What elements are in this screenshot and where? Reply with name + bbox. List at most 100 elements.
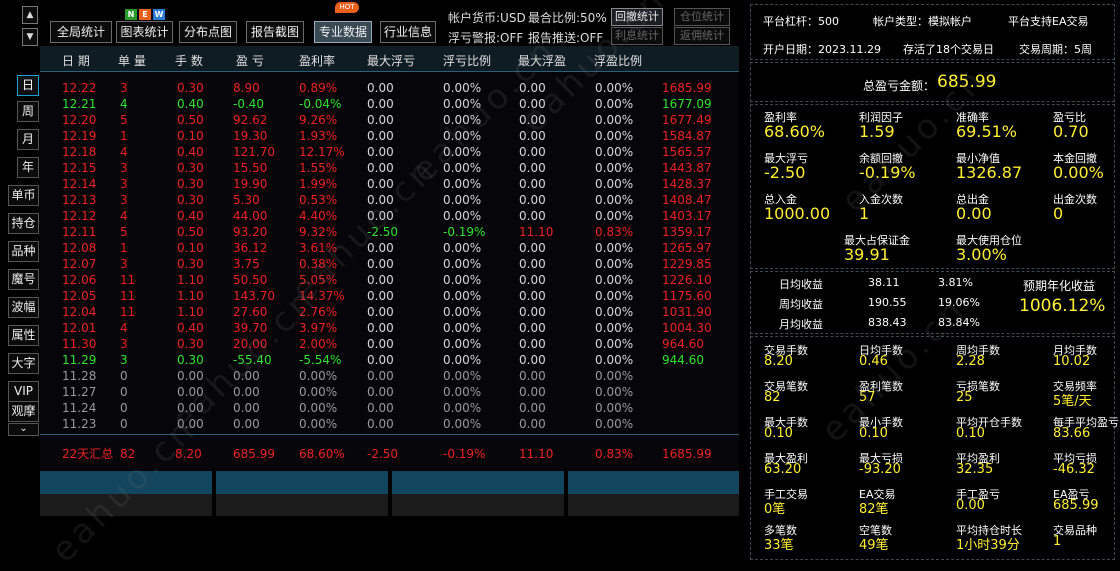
- chart-stats-button[interactable]: 图表统计: [116, 21, 173, 43]
- filter-position-button[interactable]: 持仓: [8, 213, 39, 234]
- return-pct: 83.84%: [938, 316, 980, 329]
- large-font-button[interactable]: 大字: [8, 353, 39, 374]
- table-cell: 0.00: [519, 129, 546, 143]
- table-row[interactable]: 11.28 0 0.00 0.00 0.00% 0.00 0.00% 0.00 0.00%: [40, 368, 739, 384]
- table-row[interactable]: 12.07 3 0.30 3.75 0.38% 0.00 0.00% 0.00 0.00% 122…: [40, 256, 739, 272]
- table-row[interactable]: 12.11 5 0.50 93.20 9.32% -2.50 -0.19% 11.10 0.83…: [40, 224, 739, 240]
- table-cell: 0.00: [519, 289, 546, 303]
- table-cell: 3.61%: [299, 241, 338, 255]
- table-cell: 0.00: [367, 81, 394, 95]
- table-row[interactable]: 12.15 3 0.30 15.50 1.55% 0.00 0.00% 0.00 0.00% 14…: [40, 160, 739, 176]
- bottom-bar[interactable]: [216, 471, 388, 516]
- table-row[interactable]: 12.21 4 0.40 -0.40 -0.04% 0.00 0.00% 0.00 0.00% 1…: [40, 96, 739, 112]
- table-cell: 2.76%: [299, 305, 338, 319]
- table-row[interactable]: 12.13 3 0.30 5.30 0.53% 0.00 0.00% 0.00 0.00% 140…: [40, 192, 739, 208]
- table-cell: 5: [120, 113, 128, 127]
- table-cell: 0.00%: [595, 369, 634, 383]
- interest-stats-button[interactable]: 利息统计: [611, 27, 663, 45]
- rebate-stats-button[interactable]: 返佣统计: [674, 27, 730, 45]
- table-cell: 0.00: [519, 385, 546, 399]
- toolbar: 全局统计 N E W 图表统计 分布点图 报告截图 HOT 专业数据 行业信息 …: [40, 0, 740, 46]
- table-row[interactable]: 12.18 4 0.40 121.70 12.17% 0.00 0.00% 0.00 0.00%…: [40, 144, 739, 160]
- scroll-up-icon[interactable]: ▲: [22, 6, 38, 24]
- bottom-bar[interactable]: [40, 471, 212, 516]
- table-cell: 20.00: [233, 337, 268, 351]
- observe-button[interactable]: 观摩: [8, 401, 39, 422]
- table-cell: 0.00%: [595, 241, 634, 255]
- table-row[interactable]: 12.20 5 0.50 92.62 9.26% 0.00 0.00% 0.00 0.00% 16…: [40, 112, 739, 128]
- table-cell: 0.00: [367, 129, 394, 143]
- summary-pl: 685.99: [233, 447, 275, 461]
- table-row[interactable]: 12.08 1 0.10 36.12 3.61% 0.00 0.00% 0.00 0.00% 12…: [40, 240, 739, 256]
- trading-days-alive: 存活了18个交易日: [903, 43, 994, 56]
- table-row[interactable]: 12.01 4 0.40 39.70 3.97% 0.00 0.00% 0.00 0.00% 10…: [40, 320, 739, 336]
- bottom-bar[interactable]: [392, 471, 564, 516]
- bottom-bar[interactable]: [568, 471, 739, 516]
- table-row[interactable]: 11.23 0 0.00 0.00 0.00% 0.00 0.00% 0.00 0.00%: [40, 416, 739, 432]
- table-cell: 0.00: [177, 385, 204, 399]
- filter-symbol-button[interactable]: 单币: [8, 185, 39, 206]
- table-cell: 1359.17: [662, 225, 712, 239]
- table-cell: 0.00%: [595, 401, 634, 415]
- table-cell: 0.40: [177, 321, 204, 335]
- report-screenshot-button[interactable]: 报告截图: [246, 21, 304, 43]
- table-row[interactable]: 12.06 11 1.10 50.50 5.05% 0.00 0.00% 0.00 0.00% 1…: [40, 272, 739, 288]
- pro-data-button[interactable]: 专业数据: [314, 21, 372, 43]
- table-cell: 3.97%: [299, 321, 338, 335]
- table-cell: 0.00%: [595, 417, 634, 431]
- global-stats-button[interactable]: 全局统计: [50, 21, 112, 43]
- period-week-button[interactable]: 周: [17, 101, 39, 122]
- industry-info-button[interactable]: 行业信息: [380, 21, 436, 43]
- table-cell: 19.30: [233, 129, 268, 143]
- table-cell: 12.07: [62, 257, 97, 271]
- table-row[interactable]: 12.12 4 0.40 44.00 4.40% 0.00 0.00% 0.00 0.00% 14…: [40, 208, 739, 224]
- drawdown-stats-button[interactable]: 回撤统计: [611, 8, 663, 26]
- stat2-value: 10.02: [1053, 354, 1091, 369]
- table-row[interactable]: 12.19 1 0.10 19.30 1.93% 0.00 0.00% 0.00 0.00% 15…: [40, 128, 739, 144]
- table-cell: 5.30: [233, 193, 260, 207]
- table-cell: 0.00%: [595, 209, 634, 223]
- scroll-down-icon[interactable]: ▼: [22, 28, 38, 46]
- return-amount: 190.55: [868, 296, 907, 309]
- table-row[interactable]: 12.05 11 1.10 143.70 14.37% 0.00 0.00% 0.00 0.00…: [40, 288, 739, 304]
- table-cell: 0.00: [177, 401, 204, 415]
- table-row[interactable]: 11.30 3 0.30 20.00 2.00% 0.00 0.00% 0.00 0.00% 96…: [40, 336, 739, 352]
- period-day-button[interactable]: 日: [17, 75, 39, 96]
- table-cell: 0.00%: [443, 305, 482, 319]
- period-month-button[interactable]: 月: [17, 129, 39, 150]
- table-cell: 143.70: [233, 289, 275, 303]
- table-row[interactable]: 12.04 11 1.10 27.60 2.76% 0.00 0.00% 0.00 0.00% 1…: [40, 304, 739, 320]
- distribution-chart-button[interactable]: 分布点图: [179, 21, 237, 43]
- col-float-profit-ratio: 浮盈比例: [594, 54, 643, 68]
- table-cell: 12.18: [62, 145, 97, 159]
- filter-magic-button[interactable]: 魔号: [8, 269, 39, 290]
- stat2-value: 82笔: [859, 502, 889, 517]
- position-stats-button[interactable]: 仓位统计: [674, 8, 730, 26]
- table-row[interactable]: 11.29 3 0.30 -55.40 -5.54% 0.00 0.00% 0.00 0.00%…: [40, 352, 739, 368]
- table-row[interactable]: 12.22 3 0.30 8.90 0.89% 0.00 0.00% 0.00 0.00% 168…: [40, 80, 739, 96]
- table-cell: 0: [120, 417, 128, 431]
- table-cell: 0: [120, 401, 128, 415]
- filter-variety-button[interactable]: 品种: [8, 241, 39, 262]
- table-cell: 9.32%: [299, 225, 338, 239]
- vip-button[interactable]: VIP: [8, 381, 39, 402]
- more-chevron-icon[interactable]: ⌄: [8, 423, 39, 436]
- table-cell: 1.10: [177, 273, 204, 287]
- table-row[interactable]: 11.24 0 0.00 0.00 0.00% 0.00 0.00% 0.00 0.00%: [40, 400, 739, 416]
- table-cell: 0.00: [519, 193, 546, 207]
- filter-range-button[interactable]: 波幅: [8, 297, 39, 318]
- table-summary-row: 22天汇总 82 8.20 685.99 68.60% -2.50 -0.19%…: [40, 434, 739, 471]
- table-cell: 0.00: [367, 97, 394, 111]
- table-row[interactable]: 12.14 3 0.30 19.90 1.99% 0.00 0.00% 0.00 0.00% 14…: [40, 176, 739, 192]
- period-year-button[interactable]: 年: [17, 157, 39, 178]
- table-row[interactable]: 11.27 0 0.00 0.00 0.00% 0.00 0.00% 0.00 0.00%: [40, 384, 739, 400]
- col-float-loss-ratio: 浮亏比例: [443, 54, 492, 68]
- return-label: 周均收益: [779, 298, 823, 311]
- stat1-value: -2.50: [764, 163, 806, 182]
- table-cell: 1.55%: [299, 161, 338, 175]
- table-cell: 0.00%: [299, 385, 338, 399]
- table-cell: 0.30: [177, 177, 204, 191]
- table-cell: 0.00%: [443, 209, 482, 223]
- stat2-value: 0.10: [764, 426, 793, 441]
- filter-attribute-button[interactable]: 属性: [8, 325, 39, 346]
